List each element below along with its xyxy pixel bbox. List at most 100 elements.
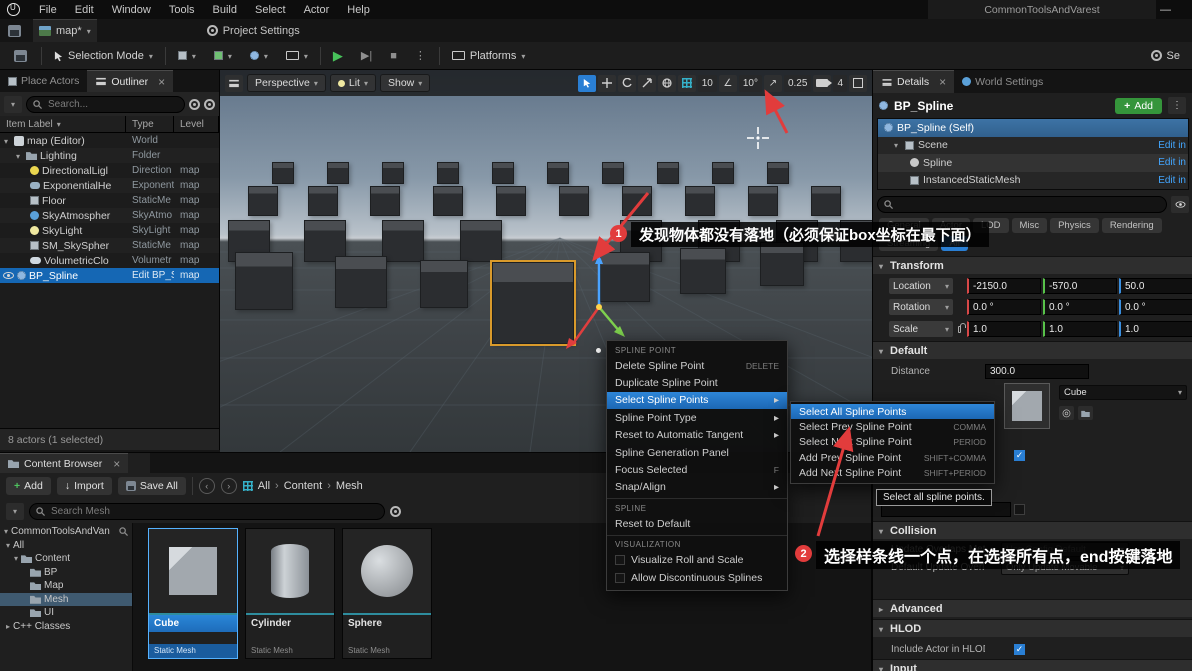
tree-item-all[interactable]: All: [0, 539, 132, 553]
menu-item-select-prev-spline-point[interactable]: Select Prev Spline Point COMMA: [791, 419, 994, 434]
menu-tools[interactable]: Tools: [160, 0, 204, 19]
play-options-button[interactable]: ⋮: [409, 46, 433, 65]
frame-skip-button[interactable]: ▶|: [355, 46, 378, 65]
selection-mode-dropdown[interactable]: Selection Mode: [48, 47, 159, 65]
details-options-icon[interactable]: ⋮: [1168, 97, 1186, 114]
filter-rendering[interactable]: Rendering: [1101, 218, 1162, 233]
quick-add-button[interactable]: [208, 47, 238, 65]
asset-card-cylinder[interactable]: Cylinder Static Mesh: [245, 528, 335, 659]
platforms-dropdown[interactable]: Platforms: [446, 47, 531, 65]
scale-snap-icon[interactable]: ↗: [763, 74, 782, 92]
asset-card-sphere[interactable]: Sphere Static Mesh: [342, 528, 432, 659]
source-dropdown[interactable]: CommonToolsAndVan: [0, 525, 132, 539]
viewport-menu-icon[interactable]: [225, 74, 243, 92]
component-row-instancedstaticmesh[interactable]: InstancedStaticMesh Edit in: [878, 172, 1188, 190]
outliner-search-input[interactable]: [46, 97, 178, 111]
details-search[interactable]: [877, 195, 1167, 213]
menu-file[interactable]: File: [30, 0, 66, 19]
tab-details[interactable]: Details: [873, 70, 955, 93]
menu-item-delete-spline-point[interactable]: Delete Spline Point DELETE: [607, 357, 787, 374]
lock-icon[interactable]: [958, 322, 966, 333]
column-type[interactable]: Type: [126, 116, 174, 133]
menu-item-add-prev-spline-point[interactable]: Add Prev Spline Point SHIFT+COMMA: [791, 450, 994, 465]
show-dropdown[interactable]: Show: [379, 74, 431, 92]
checkbox-checked[interactable]: [1014, 449, 1025, 461]
scale-dropdown[interactable]: Scale: [889, 321, 953, 337]
rotation-z-field[interactable]: 0.0 °: [1119, 299, 1192, 315]
edit-in-link[interactable]: Edit in: [1158, 140, 1186, 151]
use-selected-icon[interactable]: ◎: [1059, 406, 1074, 420]
camera-speed-value[interactable]: 4: [833, 74, 847, 92]
paint-mode-button[interactable]: [172, 47, 202, 65]
filter-icon[interactable]: [4, 95, 22, 113]
component-row-self[interactable]: BP_Spline (Self): [878, 119, 1188, 137]
asset-card-cube[interactable]: Cube Static Mesh: [148, 528, 238, 659]
save-all-icon[interactable]: [8, 24, 21, 37]
table-row[interactable]: SkyLight SkyLight map: [0, 223, 219, 238]
camera-speed-icon[interactable]: [813, 74, 833, 92]
table-row[interactable]: ExponentialHe Exponent map: [0, 178, 219, 193]
menu-item-select-all-spline-points[interactable]: Select All Spline Points: [791, 404, 994, 420]
edit-in-link[interactable]: Edit in: [1158, 175, 1186, 186]
section-collision[interactable]: Collision: [873, 521, 1192, 539]
menu-item-select-spline-points[interactable]: Select Spline Points: [607, 391, 787, 410]
checkbox-unchecked[interactable]: [615, 555, 625, 566]
table-row[interactable]: Floor StaticMe map: [0, 193, 219, 208]
scale-y-field[interactable]: 1.0: [1043, 321, 1117, 337]
menu-item-add-next-spline-point[interactable]: Add Next Spline Point SHIFT+PERIOD: [791, 466, 994, 481]
project-settings-button[interactable]: Project Settings: [206, 25, 300, 37]
rotation-dropdown[interactable]: Rotation: [889, 299, 953, 315]
expander-icon[interactable]: [6, 621, 13, 632]
menu-window[interactable]: Window: [103, 0, 160, 19]
menu-item-focus-selected[interactable]: Focus Selected F: [607, 461, 787, 478]
menu-item-visualize-roll-and-scale[interactable]: Visualize Roll and Scale: [607, 552, 787, 569]
sun-crosshair-widget[interactable]: [747, 127, 769, 149]
checkbox-unchecked[interactable]: [1014, 503, 1025, 515]
tree-item-bp[interactable]: BP: [0, 566, 132, 580]
rotation-snap-icon[interactable]: ∠: [718, 74, 737, 92]
menu-item-select-next-spline-point[interactable]: Select Next Spline Point PERIOD: [791, 435, 994, 450]
breadcrumb-mesh[interactable]: Mesh: [336, 480, 363, 492]
cinematics-button[interactable]: [280, 47, 314, 65]
table-row[interactable]: Lighting Folder: [0, 148, 219, 163]
component-row-spline[interactable]: Spline Edit in: [878, 154, 1188, 172]
table-row-selected[interactable]: BP_Spline Edit BP_S map: [0, 268, 219, 283]
scale-z-field[interactable]: 1.0: [1119, 321, 1192, 337]
tree-item-map[interactable]: Map: [0, 579, 132, 593]
rotation-y-field[interactable]: 0.0 °: [1043, 299, 1117, 315]
table-row[interactable]: map (Editor) World: [0, 133, 219, 148]
content-search-input[interactable]: [49, 504, 378, 518]
blueprints-button[interactable]: [244, 47, 274, 65]
perspective-dropdown[interactable]: Perspective: [247, 74, 326, 92]
menu-help[interactable]: Help: [338, 0, 379, 19]
scale-tool-icon[interactable]: [637, 74, 656, 92]
settings-dropdown[interactable]: Se: [1145, 47, 1186, 65]
menu-item-snap-align[interactable]: Snap/Align: [607, 479, 787, 496]
content-search[interactable]: [29, 502, 385, 520]
breadcrumb-all[interactable]: All: [258, 480, 270, 492]
filter-physics[interactable]: Physics: [1050, 218, 1099, 233]
tab-content-browser[interactable]: Content Browser: [0, 453, 129, 473]
menu-item-spline-point-type[interactable]: Spline Point Type: [607, 409, 787, 426]
expander-icon[interactable]: [16, 150, 23, 162]
outliner-search[interactable]: [26, 95, 185, 113]
menu-build[interactable]: Build: [204, 0, 246, 19]
expander-icon[interactable]: [6, 540, 13, 551]
edit-in-link[interactable]: Edit in: [1158, 157, 1186, 168]
tree-item-content[interactable]: Content: [0, 552, 132, 566]
forward-button[interactable]: ›: [220, 478, 237, 494]
menu-item-reset-to-automatic-tangent[interactable]: Reset to Automatic Tangent: [607, 427, 787, 444]
level-tab-map[interactable]: map*: [33, 19, 97, 42]
world-coordinate-icon[interactable]: [657, 74, 676, 92]
section-default[interactable]: Default: [873, 341, 1192, 359]
transform-gizmo[interactable]: [560, 250, 640, 350]
grid-snap-icon[interactable]: [677, 74, 696, 92]
scale-snap-value[interactable]: 0.25: [783, 74, 812, 92]
mesh-thumbnail[interactable]: [1004, 383, 1050, 429]
add-component-button[interactable]: Add: [1115, 97, 1162, 114]
save-all-button[interactable]: Save All: [117, 477, 186, 495]
details-search-input[interactable]: [897, 197, 1160, 211]
menu-select[interactable]: Select: [246, 0, 295, 19]
import-button[interactable]: ↓ Import: [56, 477, 112, 495]
table-row[interactable]: SM_SkySpher StaticMe map: [0, 238, 219, 253]
